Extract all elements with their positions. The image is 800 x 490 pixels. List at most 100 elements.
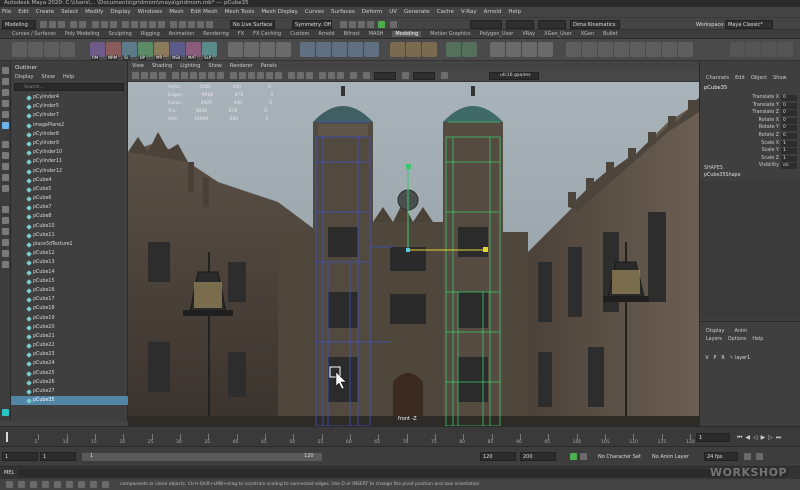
outliner-item[interactable]: pCube35 xyxy=(11,396,128,406)
kinematics-dropdown[interactable]: Dima Kinematics xyxy=(570,20,620,29)
ambient-occlusion-icon[interactable] xyxy=(319,72,326,79)
xray-icon[interactable] xyxy=(288,72,295,79)
outliner-item[interactable]: pCube21 xyxy=(11,332,128,341)
end-time-field[interactable]: 200 xyxy=(520,452,556,461)
channel-row[interactable]: Translate Y0 xyxy=(704,102,799,110)
select-tool-icon[interactable] xyxy=(2,67,9,74)
taskbar-icon[interactable] xyxy=(54,481,61,488)
channel-row[interactable]: Translate X0 xyxy=(704,94,799,102)
mirror-icon[interactable] xyxy=(422,42,437,57)
outliner-menu-help[interactable]: Help xyxy=(63,74,74,80)
channels-menu[interactable]: Channels xyxy=(706,75,729,81)
step-back-icon[interactable]: ◀ xyxy=(745,434,750,442)
exposure-field[interactable] xyxy=(374,72,396,80)
shelf-script-icon[interactable]: SL xyxy=(122,42,137,60)
symmetry-dropdown[interactable]: Symmetry: Off xyxy=(292,20,332,29)
shelf-tool-icon[interactable] xyxy=(582,42,597,57)
outliner-item[interactable]: pCube8 xyxy=(11,212,128,221)
show-menu[interactable]: Show xyxy=(773,75,787,81)
undo-icon[interactable] xyxy=(70,21,77,28)
outliner-item[interactable]: pCube23 xyxy=(11,350,128,359)
mask-icon[interactable] xyxy=(140,21,147,28)
outliner-item[interactable]: pCube22 xyxy=(11,341,128,350)
shelf-tab-animation[interactable]: Animation xyxy=(169,31,195,37)
numeric-input-field[interactable] xyxy=(470,20,502,29)
outliner-menu-display[interactable]: Display xyxy=(15,74,33,80)
center-pivot-icon[interactable] xyxy=(506,42,521,57)
menu-v-ray[interactable]: V-Ray xyxy=(461,9,477,15)
viewport-menu-lighting[interactable]: Lighting xyxy=(180,63,200,69)
wire-on-shaded-icon[interactable] xyxy=(248,72,255,79)
outliner-item[interactable]: pCube4 xyxy=(11,176,128,185)
outliner-item[interactable]: pCylinder7 xyxy=(11,111,128,120)
isolate-select-icon[interactable] xyxy=(350,72,357,79)
shelf-tab-rigging[interactable]: Rigging xyxy=(141,31,160,37)
camera-icon[interactable] xyxy=(132,72,139,79)
outliner-item[interactable]: pCube14 xyxy=(11,268,128,277)
camera-dropdown[interactable]: ufc16 gaaims xyxy=(489,72,539,80)
xray-joints-icon[interactable] xyxy=(297,72,304,79)
shelf-tab-bullet[interactable]: Bullet xyxy=(603,31,617,37)
outliner-item[interactable]: pCube24 xyxy=(11,359,128,368)
channel-row[interactable]: Scale Y1 xyxy=(704,147,799,155)
channel-value[interactable]: 0 xyxy=(781,102,797,109)
menu-curves[interactable]: Curves xyxy=(305,9,324,15)
edit-menu[interactable]: Edit xyxy=(735,75,745,81)
multi-cut-icon[interactable] xyxy=(348,42,363,57)
outliner-item[interactable]: pCube7 xyxy=(11,203,128,212)
antialiasing-icon[interactable] xyxy=(328,72,335,79)
sound-icon[interactable] xyxy=(756,453,763,460)
shelf-script-icon[interactable]: NSB xyxy=(170,42,185,60)
outliner-item[interactable]: pCube19 xyxy=(11,314,128,323)
lights-icon[interactable] xyxy=(266,72,273,79)
viewport-panel[interactable]: Verts: 5080 440 0 Edges: 9988 876 0 Faces: 4920 44… xyxy=(128,82,699,426)
outliner-item[interactable]: pCube13 xyxy=(11,258,128,267)
layout-icon[interactable] xyxy=(2,174,9,181)
save-scene-icon[interactable] xyxy=(58,21,65,28)
menu-display[interactable]: Display xyxy=(110,9,130,15)
menu-uv[interactable]: UV xyxy=(389,9,397,15)
poly-sphere-icon[interactable] xyxy=(276,42,291,57)
menu-set-dropdown[interactable]: Modeling xyxy=(2,20,36,29)
four-view-icon[interactable] xyxy=(2,152,9,159)
rotate-tool-icon[interactable] xyxy=(2,111,9,118)
options-menu[interactable]: Options xyxy=(728,337,747,342)
taskbar-icon[interactable] xyxy=(78,481,85,488)
taskbar-icon[interactable] xyxy=(90,481,97,488)
channel-row[interactable]: Rotate X0 xyxy=(704,117,799,125)
image-plane-icon[interactable] xyxy=(159,72,166,79)
outliner-menu-show[interactable]: Show xyxy=(41,74,55,80)
gate-mask-icon[interactable] xyxy=(199,72,206,79)
shelf-tab-xgen-user[interactable]: XGen_User xyxy=(544,31,571,37)
outliner-item[interactable]: pCylinder9 xyxy=(11,139,128,148)
paint-select-icon[interactable] xyxy=(2,89,9,96)
separate-icon[interactable] xyxy=(406,42,421,57)
open-scene-icon[interactable] xyxy=(49,21,56,28)
auto-key-icon[interactable] xyxy=(570,453,577,460)
outliner-item[interactable]: pCube17 xyxy=(11,295,128,304)
textured-icon[interactable] xyxy=(257,72,264,79)
tab-anim[interactable]: Anim xyxy=(734,328,747,334)
shape-node-name[interactable]: pCube35Shape xyxy=(704,173,741,178)
outliner-item[interactable]: pCylinder10 xyxy=(11,148,128,157)
gamma-icon[interactable] xyxy=(402,72,409,79)
shelf-tab-fx[interactable]: FX xyxy=(238,31,244,37)
outliner-item[interactable]: pCylinder11 xyxy=(11,157,128,166)
shelf-tab-motion-graphics[interactable]: Motion Graphics xyxy=(430,31,471,37)
menu-windows[interactable]: Windows xyxy=(138,9,163,15)
shelf-tab-mash[interactable]: MASH xyxy=(369,31,384,37)
taskbar-icon[interactable] xyxy=(42,481,49,488)
layout-icon[interactable] xyxy=(2,163,9,170)
shelf-tab-sculpting[interactable]: Sculpting xyxy=(108,31,131,37)
character-set-dropdown[interactable]: No Character Set xyxy=(598,454,641,460)
menu-create[interactable]: Create xyxy=(36,9,54,15)
menu-mesh-tools[interactable]: Mesh Tools xyxy=(225,9,255,15)
snap-surface-icon[interactable] xyxy=(206,21,213,28)
channel-value[interactable]: 0 xyxy=(781,110,797,117)
shelf-script-icon[interactable]: SLP xyxy=(202,42,217,60)
shelf-tool-icon[interactable] xyxy=(662,42,677,57)
shelf-script-icon[interactable]: BP xyxy=(138,42,153,60)
channel-value[interactable]: 0 xyxy=(781,133,797,139)
channel-value[interactable]: 0 xyxy=(781,125,797,132)
menu-select[interactable]: Select xyxy=(61,9,78,15)
